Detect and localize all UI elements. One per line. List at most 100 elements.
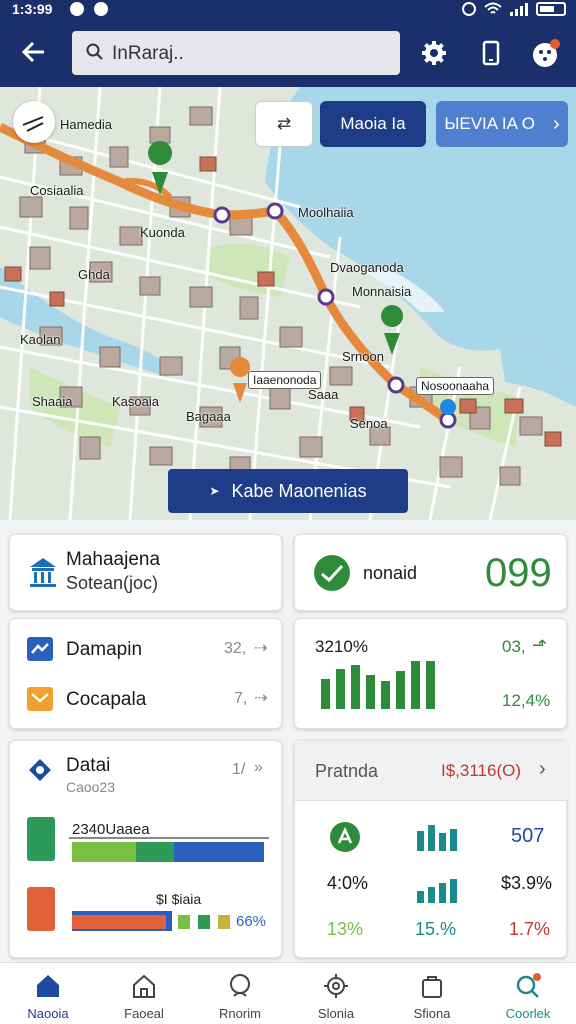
score-card[interactable]: nonaid 099	[294, 534, 567, 611]
check-circle-icon	[314, 555, 350, 591]
navigate-arrow-icon: ➤	[209, 484, 220, 498]
map-label: Dvaoganoda	[330, 260, 404, 275]
map-label: Kaolan	[20, 332, 61, 347]
bar-label: $I $iaia	[156, 891, 202, 907]
score-label: nonaid	[363, 563, 418, 583]
search-icon	[86, 43, 103, 60]
map-view[interactable]: ⇄ Maoia Ia ЫЕVIA ΙΑ Ο › Hamedia Cosiaalia…	[0, 87, 576, 520]
battery-status-icon	[27, 817, 55, 861]
map-label: Cosiaalia	[30, 183, 84, 198]
place-card[interactable]: Mahaajena Sotean(joc)	[9, 534, 282, 611]
bar-label: 2340Uaaea	[72, 821, 150, 838]
nav-store[interactable]: Sfiona	[384, 963, 480, 1024]
score-value: 099	[485, 551, 552, 595]
chevron-right-icon[interactable]: »	[254, 759, 263, 777]
summary-card: Pratnda I$,3116(O) › 507 4:0% $3.9% 13% …	[294, 740, 568, 958]
stats-card: 3210% 03, ⬏ 12,4%	[294, 618, 567, 729]
search-icon	[516, 973, 541, 998]
map-label: Saaa	[308, 387, 339, 402]
location-pin-icon	[29, 759, 51, 781]
list-item-value: 32,	[224, 640, 247, 657]
nav-search[interactable]: Coorlek	[480, 963, 576, 1024]
chart-icon	[27, 637, 53, 661]
bar-segment	[218, 915, 230, 929]
bottom-navigation: Naooia Faoeal Rnorim Slonia Sfiona Coorl…	[0, 962, 576, 1024]
bar-segment	[178, 915, 190, 929]
top-app-bar: 1:3:99 InRaraj..	[0, 0, 576, 87]
bar-percent: 66%	[236, 913, 267, 930]
mini-bar-chart	[417, 879, 457, 903]
swap-route-button[interactable]: ⇄	[255, 101, 313, 147]
phone-icon[interactable]	[476, 38, 506, 68]
alarm-icon	[462, 2, 476, 16]
arrow-right-icon[interactable]: ⇢	[254, 638, 267, 658]
map-label: Senoa	[350, 416, 388, 431]
start-navigation-button[interactable]: ➤ Kabe Maonenias	[168, 469, 408, 513]
stats-label: 3210%	[315, 637, 368, 656]
nav-room[interactable]: Rnorim	[192, 963, 288, 1024]
bar-segment	[174, 842, 264, 862]
map-label: Srnoon	[342, 349, 384, 364]
mail-icon	[27, 687, 53, 711]
list-item-label[interactable]: Cocapala	[66, 689, 146, 711]
divider	[69, 837, 269, 839]
summary-row-mid: 15.%	[415, 919, 457, 939]
stats-value: 03,	[502, 637, 526, 656]
building-icon	[30, 558, 56, 587]
route-list-card: Damapin 32, ⇢ Cocapala 7, ⇢	[9, 618, 282, 729]
search-person-icon	[230, 974, 250, 997]
profile-menu-icon[interactable]	[530, 38, 560, 68]
map-label: Kuonda	[140, 225, 185, 240]
summary-row-right: $3.9%	[501, 873, 553, 893]
settings-gear-icon[interactable]	[419, 38, 449, 68]
map-label: Monnaisia	[352, 284, 412, 299]
status-time: 1:3:99	[12, 1, 53, 17]
route-mode-button[interactable]: Maoia Ia	[320, 101, 426, 147]
back-arrow-icon[interactable]	[20, 38, 50, 68]
trend-up-icon: ⬏	[532, 635, 548, 655]
arrow-right-icon[interactable]: ⇢	[254, 688, 267, 708]
summary-title: Pratnda	[315, 761, 379, 781]
bar-segment	[72, 915, 166, 929]
stats-percent: 12,4%	[502, 691, 551, 710]
nav-home[interactable]: Naooia	[0, 963, 96, 1024]
map-callout[interactable]: Nosoonaaha	[416, 377, 495, 395]
nav-panel[interactable]: Faoeal	[96, 963, 192, 1024]
compass-icon[interactable]	[13, 101, 55, 143]
data-subtitle: Caoo23	[66, 779, 116, 795]
home-icon	[37, 975, 59, 997]
signal-icon	[510, 2, 528, 16]
summary-row-value: 507	[511, 825, 545, 847]
map-label: Kasoaia	[112, 394, 159, 409]
notification-icon	[70, 2, 84, 16]
place-title: Mahaajena	[66, 549, 161, 570]
house-outline-icon	[133, 974, 155, 998]
map-canvas	[0, 87, 576, 520]
notification-icon	[94, 2, 108, 16]
list-item-value: 7,	[234, 690, 248, 707]
map-label: Moolhaiia	[298, 205, 354, 220]
data-card: Datai Caoo23 1/ » 2340Uaaea $I $iaia 66%	[9, 740, 282, 958]
data-title: Datai	[66, 755, 111, 776]
summary-row-left: 13%	[327, 919, 364, 939]
summary-row-left: 4:0%	[327, 873, 369, 893]
bar-chart	[321, 661, 435, 709]
wifi-icon	[484, 2, 502, 14]
status-bar: 1:3:99	[0, 0, 576, 20]
search-text: InRaraj..	[112, 43, 184, 64]
mini-bar-chart	[417, 825, 457, 851]
alert-icon	[27, 887, 55, 931]
bag-icon	[422, 976, 442, 998]
chevron-right-icon: ›	[552, 112, 560, 135]
bar-segment	[198, 915, 210, 929]
search-input[interactable]: InRaraj..	[72, 31, 400, 75]
list-item-label[interactable]: Damapin	[66, 639, 142, 661]
summary-row-right: 1.7%	[509, 919, 551, 939]
battery-icon	[536, 2, 566, 16]
swap-arrows-icon: ⇄	[276, 114, 292, 133]
map-label: Ghda	[78, 267, 110, 282]
chevron-right-icon[interactable]: ›	[539, 758, 546, 781]
next-step-button[interactable]: ЫЕVIA ΙΑ Ο ›	[436, 101, 568, 147]
map-label: Hamedia	[60, 117, 113, 132]
nav-settings[interactable]: Slonia	[288, 963, 384, 1024]
